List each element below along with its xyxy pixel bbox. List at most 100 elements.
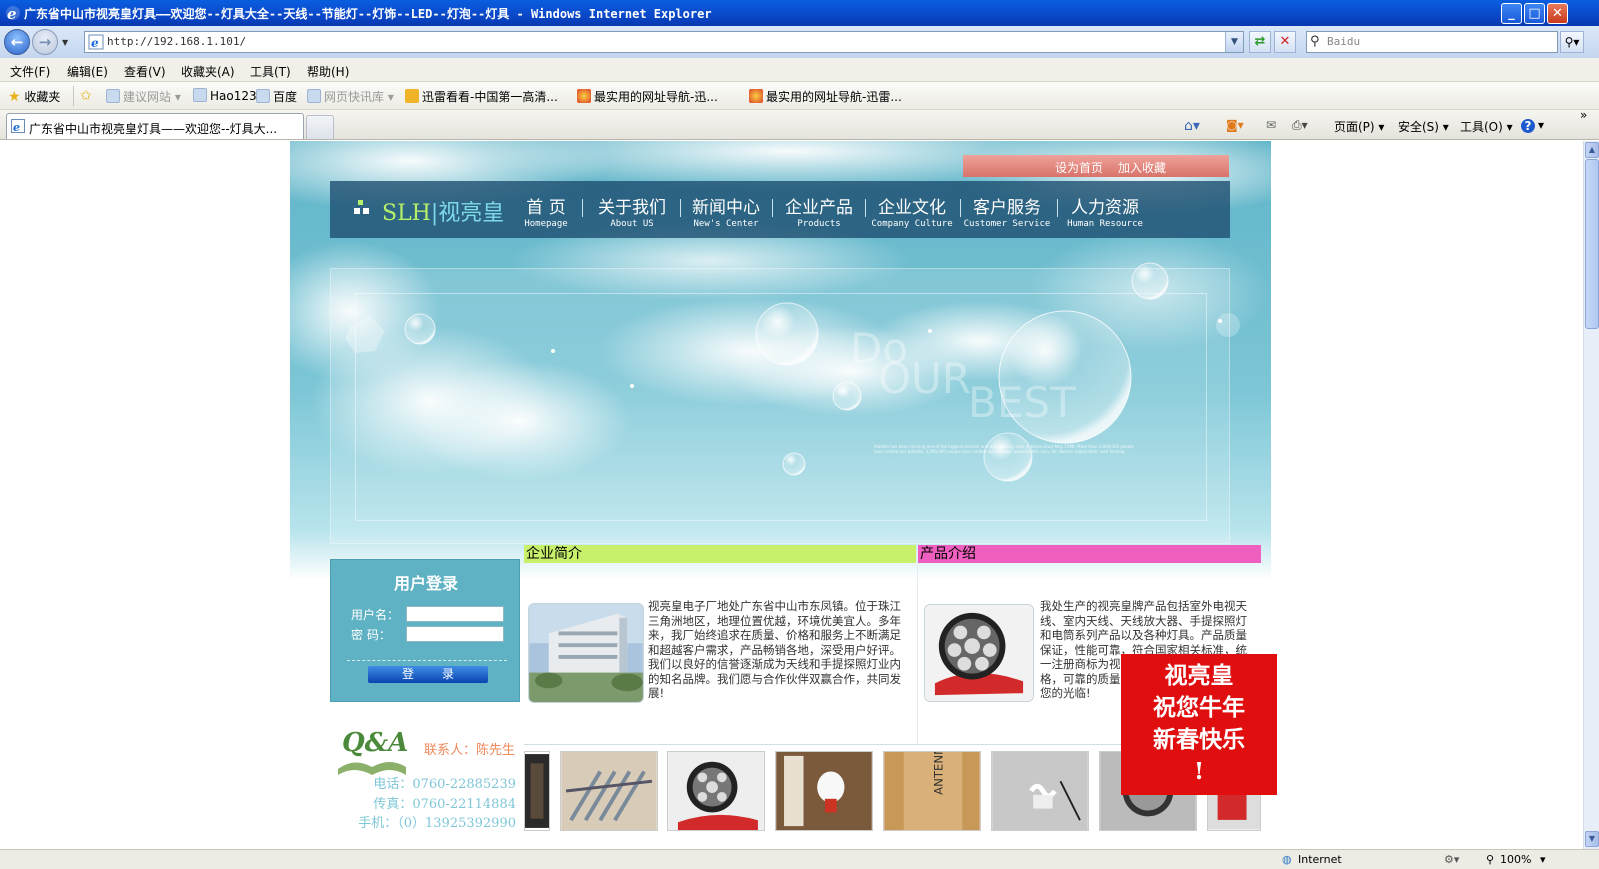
- fav-suggested-sites[interactable]: 建议网站 ▾: [106, 88, 181, 105]
- status-bar: ◍ Internet ⚙▾ ⚲ 100% ▾: [0, 849, 1599, 869]
- username-label: 用户名：: [351, 608, 400, 622]
- nav-separator: [680, 199, 681, 217]
- help-dropdown-icon[interactable]: ▾: [1538, 118, 1544, 132]
- add-favorite-icon[interactable]: ✩: [80, 88, 92, 104]
- address-url[interactable]: http://192.168.1.101/: [107, 35, 246, 48]
- xunlei-icon: [577, 89, 591, 103]
- safety-menu[interactable]: 安全(S) ▾: [1398, 118, 1449, 135]
- product-thumbnail[interactable]: [991, 751, 1089, 831]
- menu-tools[interactable]: 工具(T): [250, 63, 291, 80]
- site-logo[interactable]: SLH|视亮皇: [382, 195, 504, 227]
- product-thumbnail[interactable]: ANTENNA: [883, 751, 981, 831]
- stop-button[interactable]: ✕: [1274, 31, 1296, 53]
- fav-xunlei-nav-1[interactable]: 最实用的网址导航-迅...: [577, 88, 718, 105]
- add-favorites-link[interactable]: 加入收藏: [1118, 159, 1166, 176]
- forward-button[interactable]: →: [32, 29, 58, 55]
- product-thumbnail[interactable]: [524, 751, 550, 831]
- minimize-button[interactable]: _: [1501, 3, 1522, 24]
- ie-page-icon: [193, 88, 207, 102]
- product-thumbnail[interactable]: [667, 751, 765, 831]
- fav-web-slice-gallery[interactable]: 网页快讯库 ▾: [307, 88, 394, 105]
- security-zone: Internet: [1298, 853, 1342, 866]
- menu-file[interactable]: 文件(F): [10, 63, 50, 80]
- search-button[interactable]: ⚲▾: [1560, 31, 1584, 53]
- help-icon[interactable]: ?: [1521, 119, 1535, 133]
- fav-xunlei-nav-2[interactable]: 最实用的网址导航-迅雷...: [749, 88, 902, 105]
- zoom-level[interactable]: 100%: [1500, 853, 1531, 866]
- address-toolbar: ← → ▼ e http://192.168.1.101/ ▼ ⇄ ✕ ⚲ Ba…: [0, 26, 1599, 58]
- nav-customer-service[interactable]: 客户服务 Customer Service: [960, 193, 1054, 229]
- product-thumbnail[interactable]: [775, 751, 873, 831]
- zoom-dropdown-icon[interactable]: ▾: [1540, 853, 1546, 866]
- scroll-thumb[interactable]: [1585, 159, 1599, 329]
- refresh-button[interactable]: ⇄: [1249, 31, 1271, 53]
- nav-products[interactable]: 企业产品 Products: [779, 193, 859, 229]
- separator: [73, 86, 74, 106]
- password-label: 密 码：: [351, 628, 391, 642]
- ie-page-icon: e: [11, 119, 25, 133]
- menu-favorites[interactable]: 收藏夹(A): [181, 63, 235, 80]
- window-title: 广东省中山市视亮皇灯具——欢迎您--灯具大全--天线--节能灯--灯饰--LED…: [24, 7, 712, 21]
- history-dropdown-icon[interactable]: ▼: [62, 38, 68, 47]
- tools-menu[interactable]: 工具(O) ▾: [1460, 118, 1513, 135]
- login-panel: 用户登录 用户名： 密 码： 登录: [330, 559, 520, 702]
- nav-about-us[interactable]: 关于我们 About US: [592, 193, 672, 229]
- tab-active[interactable]: e 广东省中山市视亮皇灯具——欢迎您--灯具大...: [6, 113, 304, 139]
- maximize-button[interactable]: □: [1524, 3, 1545, 24]
- product-thumbnail[interactable]: [560, 751, 658, 831]
- new-tab-button[interactable]: [306, 115, 334, 139]
- search-box[interactable]: ⚲ Baidu: [1306, 31, 1558, 53]
- ie-page-icon: [256, 89, 270, 103]
- nav-homepage[interactable]: 首 页 Homepage: [518, 193, 574, 229]
- close-button[interactable]: ✕: [1547, 3, 1568, 24]
- tab-title: 广东省中山市视亮皇灯具——欢迎您--灯具大...: [29, 122, 278, 136]
- home-icon[interactable]: ⌂▾: [1184, 118, 1200, 134]
- mail-icon[interactable]: ✉: [1266, 118, 1276, 132]
- nav-news-center[interactable]: 新闻中心 New's Center: [686, 193, 766, 229]
- zoom-icon[interactable]: ⚲: [1486, 853, 1494, 866]
- back-arrow-icon: ←: [10, 33, 24, 51]
- set-homepage-link[interactable]: 设为首页: [1055, 159, 1103, 176]
- product-intro-header[interactable]: 产品介绍: [918, 545, 1261, 563]
- login-title: 用户登录: [393, 574, 458, 593]
- fav-baidu[interactable]: 百度: [256, 88, 297, 105]
- search-input[interactable]: Baidu: [1327, 35, 1360, 48]
- contact-person: 联系人：陈先生: [424, 743, 516, 758]
- new-year-greeting-popup[interactable]: 视亮皇 祝您牛年 新春快乐 !: [1121, 654, 1277, 795]
- address-bar[interactable]: e http://192.168.1.101/ ▼: [84, 31, 1244, 53]
- nav-company-culture[interactable]: 企业文化 Company Culture: [865, 193, 959, 229]
- svg-text:Q&A: Q&A: [342, 728, 408, 758]
- username-input[interactable]: [406, 606, 504, 622]
- fav-hao123[interactable]: Hao123: [193, 88, 257, 103]
- menu-view[interactable]: 查看(V): [124, 63, 166, 80]
- vertical-scrollbar[interactable]: ▲ ▼: [1583, 141, 1599, 849]
- banner-small-text: Aladdin has been running one of the bigg…: [874, 444, 1134, 454]
- headlamp-product-photo: [924, 604, 1034, 702]
- back-button[interactable]: ←: [4, 29, 30, 55]
- nav-human-resource[interactable]: 人力资源 Human Resource: [1058, 193, 1152, 229]
- logo-mark-icon: [354, 200, 369, 214]
- svg-text:e: e: [91, 36, 99, 50]
- login-button[interactable]: 登录: [368, 666, 488, 683]
- menu-help[interactable]: 帮助(H): [307, 63, 349, 80]
- menu-bar: 文件(F) 编辑(E) 查看(V) 收藏夹(A) 工具(T) 帮助(H): [0, 58, 1599, 82]
- fav-xunlei-kankan[interactable]: 迅雷看看-中国第一高清...: [405, 88, 558, 105]
- password-input[interactable]: [406, 626, 504, 642]
- scroll-up-icon[interactable]: ▲: [1585, 142, 1599, 158]
- chevron-more-icon[interactable]: »: [1580, 108, 1587, 122]
- feeds-icon[interactable]: ◙▾: [1226, 118, 1244, 132]
- protected-mode-icon[interactable]: ⚙▾: [1444, 853, 1459, 866]
- print-icon[interactable]: ⎙▾: [1292, 118, 1308, 133]
- company-intro-header[interactable]: 企业简介: [524, 545, 916, 563]
- xunlei-icon: [405, 89, 419, 103]
- scroll-down-icon[interactable]: ▼: [1585, 831, 1599, 847]
- forward-arrow-icon: →: [38, 33, 52, 51]
- refresh-icon: ⇄: [1254, 34, 1266, 49]
- menu-edit[interactable]: 编辑(E): [67, 63, 108, 80]
- favorites-button[interactable]: ★ 收藏夹: [8, 88, 60, 105]
- xunlei-icon: [749, 89, 763, 103]
- page-menu[interactable]: 页面(P) ▾: [1334, 118, 1384, 135]
- top-links-strip: 设为首页 加入收藏: [963, 155, 1229, 177]
- favorites-bar: ★ 收藏夹 ✩ 建议网站 ▾ Hao123 百度 网页快讯库 ▾ 迅雷看看-中国…: [0, 82, 1599, 110]
- address-dropdown-icon[interactable]: ▼: [1225, 32, 1243, 52]
